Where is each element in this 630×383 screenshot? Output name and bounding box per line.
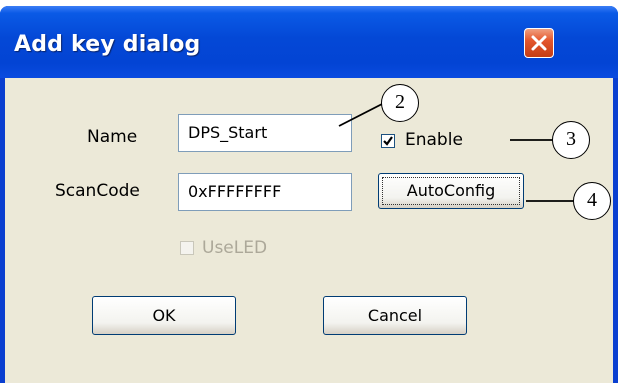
useled-checkbox[interactable] [180,241,194,255]
autoconfig-button[interactable]: AutoConfig [378,173,524,209]
autoconfig-button-label: AutoConfig [406,181,496,200]
dialog-client-area: Name DPS_Start Enable ScanCode 0xFFFFFFF… [5,78,613,383]
callout-4: 4 [573,182,611,220]
enable-label: Enable [405,130,463,150]
cancel-button[interactable]: Cancel [323,296,467,335]
name-label: Name [87,127,138,147]
callout-3: 3 [552,121,590,159]
title-bar[interactable]: Add key dialog [0,6,618,78]
callout-2: 2 [381,84,419,122]
scancode-label: ScanCode [55,181,140,201]
useled-label: UseLED [202,238,268,258]
scancode-input[interactable]: 0xFFFFFFFF [178,173,352,211]
close-button[interactable] [524,28,554,58]
close-x-icon [531,35,547,51]
dialog-title: Add key dialog [14,32,201,57]
cancel-button-label: Cancel [367,306,423,325]
dialog-window: Add key dialog Name DPS_Start Enable Sca… [0,6,618,383]
useled-checkbox-group[interactable]: UseLED [178,238,288,260]
name-input[interactable]: DPS_Start [178,114,352,152]
enable-checkbox-group[interactable]: Enable [379,130,489,152]
enable-checkbox[interactable] [381,134,395,148]
ok-button[interactable]: OK [92,296,236,335]
checkmark-icon [383,136,393,146]
ok-button-label: OK [152,306,176,325]
